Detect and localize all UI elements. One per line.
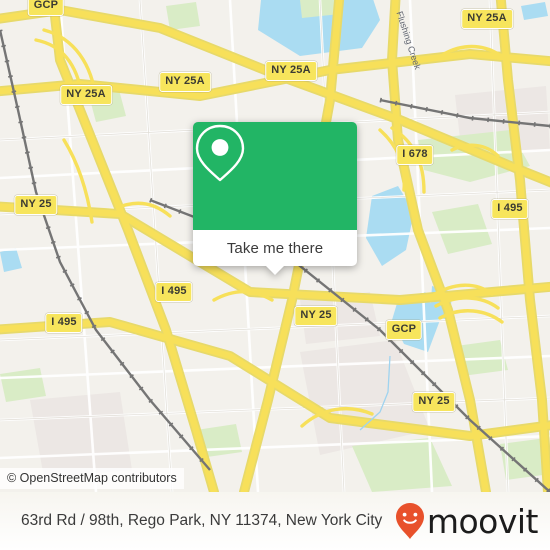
location-pin-icon xyxy=(195,124,245,182)
road-shield-ny25a[interactable]: NY 25A xyxy=(265,61,317,81)
footer-bar: 63rd Rd / 98th, Rego Park, NY 11374, New… xyxy=(0,492,550,550)
take-me-there-label: Take me there xyxy=(226,239,324,257)
road-shield-gcp[interactable]: GCP xyxy=(385,320,423,340)
road-shield-gcp[interactable]: GCP xyxy=(27,0,65,16)
popup-footer[interactable]: Take me there xyxy=(193,230,357,275)
popup-pointer-tail xyxy=(265,265,285,275)
popup-header xyxy=(193,122,357,230)
road-shield-i678[interactable]: I 678 xyxy=(396,145,434,165)
road-shield-i495[interactable]: I 495 xyxy=(155,282,193,302)
moovit-brand[interactable]: moovit xyxy=(395,501,539,541)
road-shield-ny25a[interactable]: NY 25A xyxy=(159,72,211,92)
address-label: 63rd Rd / 98th, Rego Park, NY 11374, New… xyxy=(21,512,383,529)
map-screenshot: Flushing Creek GCP NY 25A NY 25A NY 25A … xyxy=(0,0,550,550)
road-shield-ny25[interactable]: NY 25 xyxy=(14,195,58,215)
road-shield-ny25[interactable]: NY 25 xyxy=(294,306,338,326)
road-shield-ny25a[interactable]: NY 25A xyxy=(60,85,112,105)
road-shield-i495[interactable]: I 495 xyxy=(491,199,529,219)
location-popup-card[interactable]: Take me there xyxy=(193,122,357,275)
map-canvas[interactable]: Flushing Creek GCP NY 25A NY 25A NY 25A … xyxy=(0,0,550,492)
road-shield-ny25[interactable]: NY 25 xyxy=(412,392,456,412)
osm-attribution[interactable]: © OpenStreetMap contributors xyxy=(0,468,184,489)
moovit-pin-icon xyxy=(395,503,424,539)
road-shield-i495[interactable]: I 495 xyxy=(45,313,83,333)
moovit-wordmark: moovit xyxy=(426,501,539,541)
road-shield-ny25a[interactable]: NY 25A xyxy=(461,9,513,29)
